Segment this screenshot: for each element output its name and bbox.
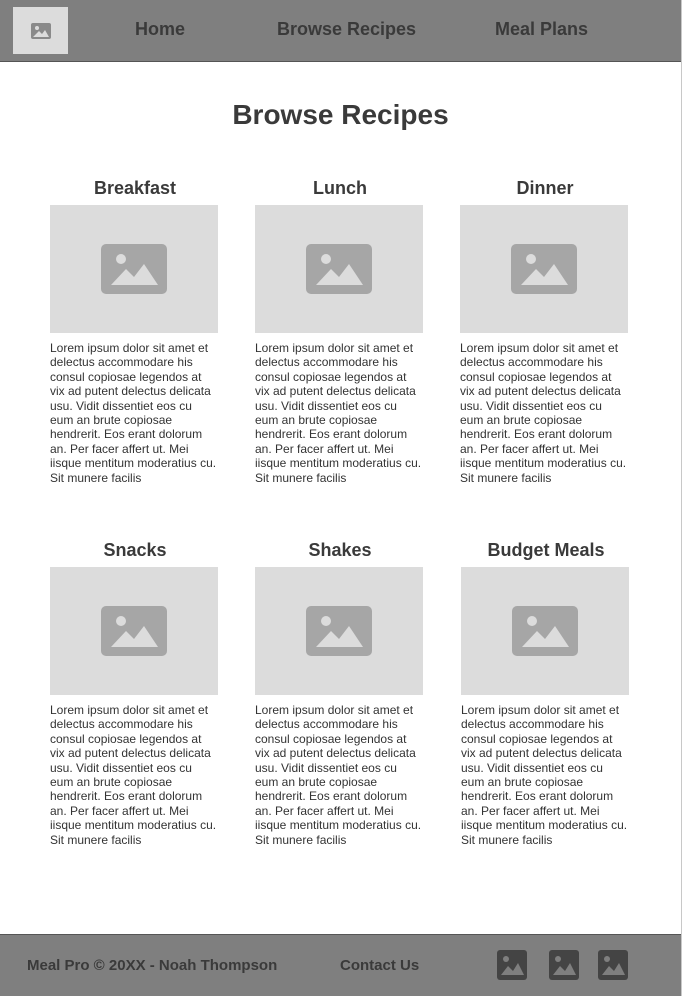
category-description: Lorem ipsum dolor sit amet et delectus a…: [50, 341, 217, 485]
category-image[interactable]: [50, 205, 218, 333]
category-title: Shakes: [308, 540, 372, 560]
category-image[interactable]: [255, 205, 423, 333]
category-description: Lorem ipsum dolor sit amet et delectus a…: [255, 341, 422, 485]
nav-browse-recipes-link[interactable]: Browse Recipes: [277, 19, 416, 40]
image-placeholder-icon: [101, 244, 167, 294]
social-image-icon[interactable]: [497, 950, 527, 980]
category-title: Budget Meals: [487, 540, 605, 560]
page-title: Browse Recipes: [232, 99, 449, 130]
category-image[interactable]: [460, 205, 628, 333]
footer-contact-link[interactable]: Contact Us: [340, 957, 419, 974]
category-description: Lorem ipsum dolor sit amet et delectus a…: [460, 341, 627, 485]
category-image[interactable]: [461, 567, 629, 695]
image-placeholder-icon: [30, 22, 51, 39]
footer-copyright: Meal Pro © 20XX - Noah Thompson: [27, 957, 278, 974]
category-description: Lorem ipsum dolor sit amet et delectus a…: [255, 703, 422, 847]
nav-home-link[interactable]: Home: [135, 19, 185, 40]
category-title: Breakfast: [93, 178, 177, 198]
page-frame: Home Browse Recipes Meal Plans Browse Re…: [0, 0, 682, 996]
page-footer: Meal Pro © 20XX - Noah Thompson Contact …: [0, 934, 681, 996]
category-title: Snacks: [103, 540, 167, 560]
image-placeholder-icon: [101, 606, 167, 656]
image-placeholder-icon: [512, 606, 578, 656]
image-placeholder-icon: [511, 244, 577, 294]
category-title: Dinner: [516, 178, 574, 198]
category-description: Lorem ipsum dolor sit amet et delectus a…: [461, 703, 628, 847]
site-logo[interactable]: [13, 7, 68, 54]
category-description: Lorem ipsum dolor sit amet et delectus a…: [50, 703, 217, 847]
image-placeholder-icon: [306, 244, 372, 294]
top-navbar: Home Browse Recipes Meal Plans: [0, 0, 681, 62]
category-image[interactable]: [50, 567, 218, 695]
category-title: Lunch: [313, 178, 367, 198]
image-placeholder-icon: [306, 606, 372, 656]
social-image-icon[interactable]: [598, 950, 628, 980]
social-image-icon[interactable]: [549, 950, 579, 980]
category-image[interactable]: [255, 567, 423, 695]
nav-meal-plans-link[interactable]: Meal Plans: [495, 19, 588, 40]
